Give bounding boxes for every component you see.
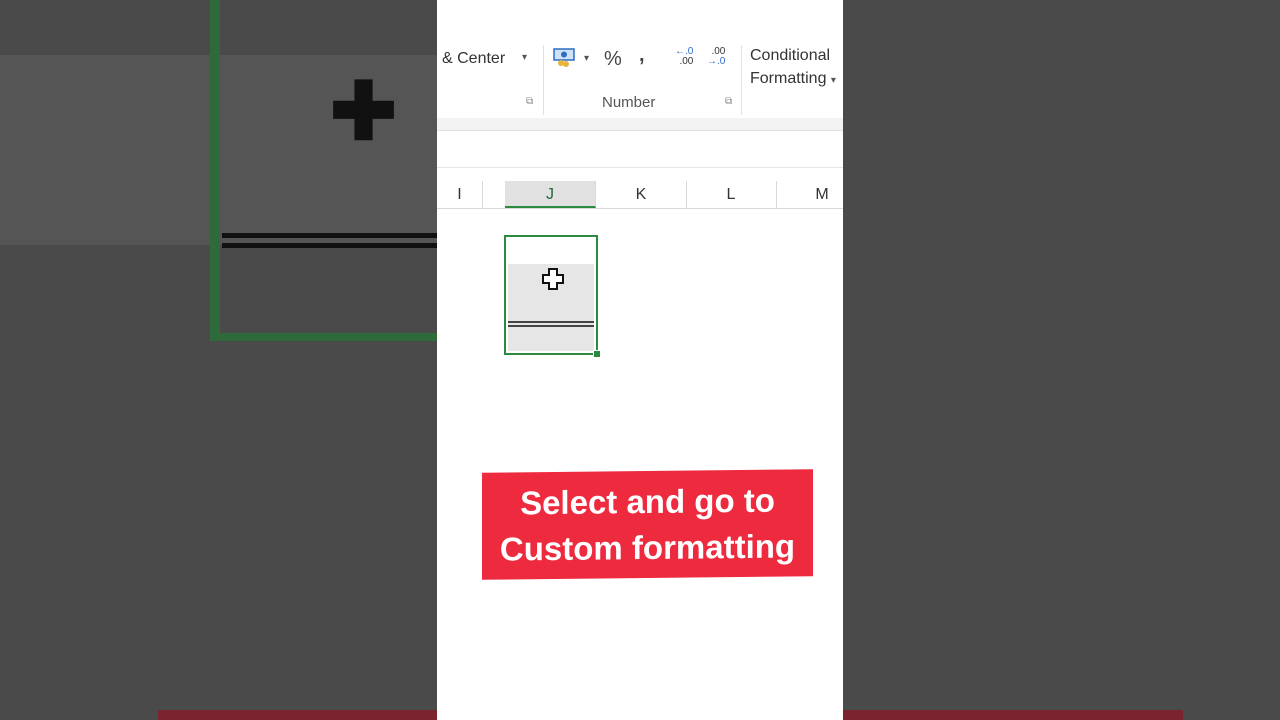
- conditional-formatting-line2: Formatting: [750, 70, 827, 87]
- column-header-i[interactable]: I: [437, 181, 483, 208]
- accounting-format-icon[interactable]: [553, 46, 577, 68]
- background-cell-border-bottom: [210, 333, 437, 341]
- caption-banner: Select and go to Custom formatting: [482, 469, 813, 580]
- column-header-m[interactable]: M: [777, 181, 843, 208]
- background-double-line: [222, 233, 437, 251]
- column-header-l[interactable]: L: [686, 181, 777, 208]
- merge-center-dropdown-icon[interactable]: ▾: [522, 52, 527, 63]
- background-zoom-left: ✚: [0, 0, 437, 720]
- increase-decimal-button[interactable]: ←.0 .00: [675, 47, 693, 67]
- ribbon: & Center ▾ ⧉ ▾ % , ←.0 .00 .00 →.0 Numbe…: [437, 0, 843, 119]
- ribbon-bottom-gap: [437, 118, 843, 131]
- caption-line2: Custom formatting: [499, 526, 796, 568]
- number-format-dialog-launcher-icon[interactable]: ⧉: [725, 96, 732, 107]
- background-cell-border: [210, 0, 220, 340]
- selected-cell-range[interactable]: [504, 235, 601, 358]
- plus-cursor-icon: [542, 268, 564, 290]
- column-header-j[interactable]: J: [505, 181, 596, 208]
- percent-style-button[interactable]: %: [604, 48, 622, 71]
- double-underline-border: [508, 321, 594, 327]
- number-group-label: Number: [602, 94, 656, 111]
- group-separator: [741, 45, 742, 115]
- excel-window: & Center ▾ ⧉ ▾ % , ←.0 .00 .00 →.0 Numbe…: [437, 0, 843, 720]
- column-header-k[interactable]: K: [596, 181, 687, 208]
- column-headers: I J K L M: [437, 181, 843, 209]
- conditional-formatting-button[interactable]: Conditional Formatting ▾: [750, 44, 836, 92]
- comma-style-button[interactable]: ,: [639, 44, 645, 67]
- decrease-decimal-button[interactable]: .00 →.0: [707, 47, 725, 67]
- background-plus-cursor-icon: ✚: [330, 67, 398, 156]
- formula-bar[interactable]: [437, 131, 843, 168]
- caption-line1: Select and go to: [520, 481, 775, 521]
- background-zoom-right: [843, 0, 1280, 720]
- conditional-formatting-line1: Conditional: [750, 47, 831, 64]
- merge-center-button[interactable]: & Center: [442, 50, 505, 68]
- conditional-formatting-dropdown-icon: ▾: [830, 75, 836, 86]
- accounting-format-dropdown-icon[interactable]: ▾: [584, 53, 589, 64]
- group-separator: [543, 45, 544, 115]
- fill-handle[interactable]: [593, 350, 601, 358]
- alignment-dialog-launcher-icon[interactable]: ⧉: [526, 96, 533, 107]
